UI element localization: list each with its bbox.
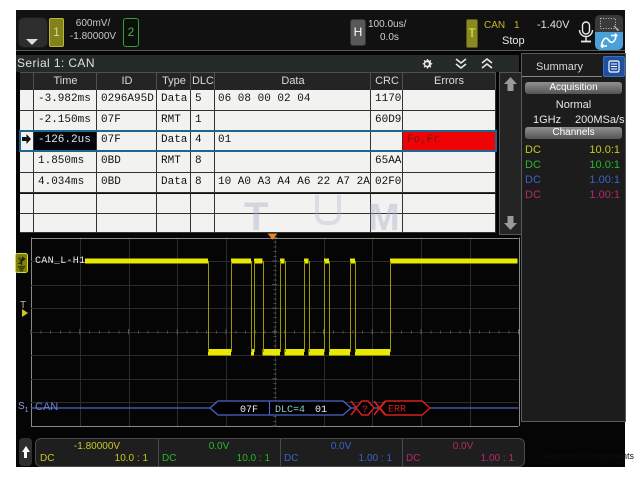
svg-text:?: ?	[362, 405, 368, 416]
svg-text:07F: 07F	[240, 405, 258, 416]
svg-text:ERR: ERR	[388, 405, 406, 416]
svg-text:01: 01	[315, 405, 327, 416]
svg-text:DLC=4: DLC=4	[275, 405, 305, 416]
